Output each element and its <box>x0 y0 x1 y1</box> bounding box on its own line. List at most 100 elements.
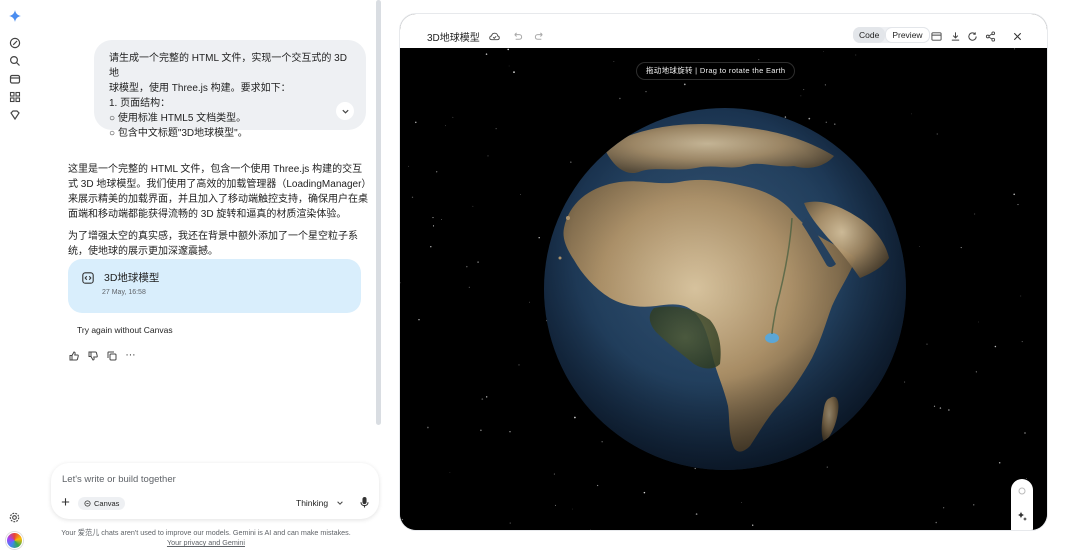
expand-message-button[interactable] <box>336 102 354 120</box>
library-icon[interactable] <box>9 73 21 85</box>
chat-scrollbar[interactable] <box>376 0 381 425</box>
user-message-line: 球模型，使用 Three.js 构建。要求如下： <box>109 83 291 94</box>
model-reply: 这里是一个完整的 HTML 文件，包含一个使用 Three.js 构建的交互式 … <box>68 162 368 266</box>
star <box>472 205 474 207</box>
canvas-card[interactable]: 3D地球模型 27 May, 16:58 <box>68 259 361 313</box>
settings-gear-icon[interactable] <box>9 510 20 523</box>
mode-selector[interactable]: Thinking <box>296 498 328 508</box>
star <box>441 218 442 220</box>
star <box>436 171 438 173</box>
disclaimer: Your 爱范儿 chats aren't used to improve ou… <box>30 528 382 548</box>
mode-chevron-down-icon[interactable] <box>336 499 344 507</box>
star <box>452 116 454 118</box>
chevron-down-icon <box>341 109 349 114</box>
star <box>449 472 451 474</box>
star <box>683 83 686 86</box>
console-icon[interactable] <box>931 29 942 41</box>
download-icon[interactable] <box>950 29 961 41</box>
star <box>855 54 857 56</box>
star <box>619 97 621 100</box>
ai-sparkle-icon[interactable] <box>1016 510 1028 522</box>
star <box>415 121 417 124</box>
redo-icon[interactable] <box>534 29 545 40</box>
thumbs-up-icon[interactable] <box>68 350 79 361</box>
canvas-chip-label: Canvas <box>94 499 120 508</box>
canvas-icon <box>84 500 91 507</box>
star <box>960 247 962 249</box>
star <box>645 90 647 93</box>
star <box>1021 341 1023 343</box>
try-again-without-canvas-button[interactable]: Try again without Canvas <box>77 325 173 335</box>
star <box>486 396 488 398</box>
star <box>432 217 434 219</box>
search-icon[interactable] <box>9 55 21 67</box>
new-chat-icon[interactable] <box>9 37 21 49</box>
more-options-icon[interactable]: ⋯ <box>125 350 136 361</box>
star <box>1014 48 1016 50</box>
star <box>994 345 997 348</box>
tab-code[interactable]: Code <box>853 27 886 43</box>
earth-preview-viewport[interactable]: 拖动地球旋转 | Drag to rotate the Earth <box>400 48 1047 530</box>
star <box>401 518 404 521</box>
floating-toolbar <box>1011 479 1033 530</box>
canvas-panel-header: 3D地球模型 Code Preview <box>400 14 1047 48</box>
view-toggle: Code Preview <box>853 27 930 43</box>
user-message-line: 请生成一个完整的 HTML 文件，实现一个交互式的 3D 地 <box>109 53 347 79</box>
disclaimer-text: Your 爱范儿 chats aren't used to improve ou… <box>61 528 351 537</box>
left-rail <box>0 0 30 558</box>
star <box>752 524 754 526</box>
star <box>485 53 488 55</box>
share-icon[interactable] <box>985 29 996 42</box>
star <box>529 301 530 303</box>
star <box>741 502 743 503</box>
star <box>400 282 401 284</box>
star <box>408 165 410 167</box>
refresh-icon[interactable] <box>967 29 978 41</box>
star <box>418 318 420 321</box>
gems-icon[interactable] <box>9 109 21 121</box>
star <box>427 426 429 429</box>
star <box>590 528 591 530</box>
star <box>495 128 497 130</box>
tab-preview[interactable]: Preview <box>885 27 930 43</box>
copy-icon[interactable] <box>106 350 117 361</box>
close-icon[interactable] <box>1012 29 1023 41</box>
user-message-bubble: 请生成一个完整的 HTML 文件，实现一个交互式的 3D 地 球模型，使用 Th… <box>94 40 366 139</box>
star <box>411 196 414 198</box>
user-avatar[interactable] <box>6 532 23 549</box>
privacy-link[interactable]: Your privacy and Gemini <box>30 538 382 548</box>
earth-globe[interactable] <box>544 108 906 470</box>
star <box>520 194 521 195</box>
star <box>430 245 432 248</box>
star <box>613 60 615 62</box>
star <box>572 508 573 510</box>
star <box>933 405 936 407</box>
star <box>553 473 555 475</box>
canvas-chip[interactable]: Canvas <box>78 497 126 510</box>
chat-column: 请生成一个完整的 HTML 文件，实现一个交互式的 3D 地 球模型，使用 Th… <box>30 0 382 558</box>
undo-icon[interactable] <box>512 29 523 40</box>
star <box>1013 193 1016 196</box>
cloud-save-icon[interactable] <box>489 29 500 41</box>
prompt-input-box[interactable]: Let's write or build together + Canvas T… <box>51 463 379 519</box>
star <box>480 429 482 432</box>
add-attachment-icon[interactable]: + <box>59 494 72 511</box>
star <box>935 521 937 524</box>
star <box>477 261 479 263</box>
thumbs-down-icon[interactable] <box>87 350 98 361</box>
star <box>943 507 945 509</box>
prompt-input[interactable]: Let's write or build together <box>62 474 176 485</box>
apps-icon[interactable] <box>9 91 21 103</box>
star <box>1017 204 1019 206</box>
microphone-icon[interactable] <box>360 497 369 508</box>
star <box>445 125 446 127</box>
user-message-line: ○ 包含中文标题"3D地球模型"。 <box>109 128 248 139</box>
star <box>509 431 511 433</box>
canvas-card-date: 27 May, 16:58 <box>102 289 146 296</box>
canvas-card-title: 3D地球模型 <box>104 272 160 284</box>
pan-icon[interactable] <box>1016 485 1028 497</box>
star <box>1024 432 1026 434</box>
gemini-logo-icon[interactable] <box>9 10 21 22</box>
canvas-panel: 3D地球模型 Code Preview 拖动地球旋转 | Drag to rot… <box>400 14 1047 530</box>
code-icon <box>82 271 94 284</box>
